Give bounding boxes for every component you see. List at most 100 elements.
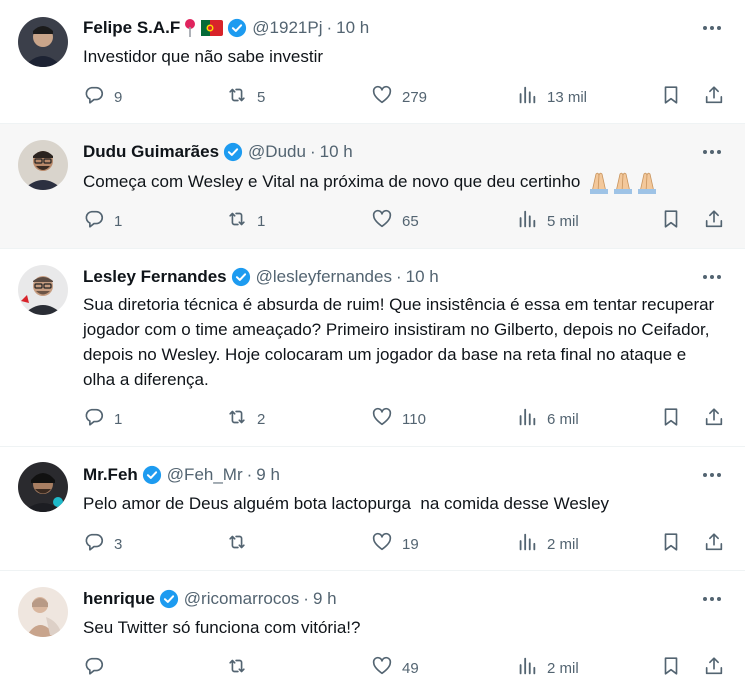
views-button[interactable]: 6 mil xyxy=(516,408,579,430)
views-icon xyxy=(516,655,538,681)
retweet-button[interactable]: 2 xyxy=(226,408,265,430)
bookmark-button[interactable] xyxy=(660,408,682,430)
separator-dot: · xyxy=(303,589,309,608)
share-button[interactable] xyxy=(703,533,725,555)
bookmark-button[interactable] xyxy=(660,657,682,679)
reply-button[interactable]: 1 xyxy=(83,408,122,430)
share-icon xyxy=(703,84,725,110)
avatar[interactable] xyxy=(18,587,68,637)
bookmark-icon xyxy=(660,531,682,557)
author-handle[interactable]: @Dudu xyxy=(248,142,306,162)
reply-icon xyxy=(83,84,105,110)
views-icon xyxy=(516,406,538,432)
like-count: 279 xyxy=(402,88,428,106)
author-name[interactable]: Dudu Guimarães xyxy=(83,142,219,162)
tweet-item[interactable]: Lesley Fernandes @lesleyfernandes · 10 h… xyxy=(0,249,745,447)
more-icon[interactable] xyxy=(701,266,723,288)
reply-button[interactable]: 9 xyxy=(83,86,122,108)
bookmark-button[interactable] xyxy=(660,86,682,108)
reply-button[interactable]: 1 xyxy=(83,210,122,232)
action-bar: 3 19 2 mil xyxy=(83,531,733,557)
like-icon xyxy=(371,531,393,557)
tweet-text: Sua diretoria técnica é absurda de ruim!… xyxy=(83,295,715,389)
location-pin-icon xyxy=(182,18,198,38)
separator-dot: · xyxy=(246,465,253,484)
views-icon xyxy=(516,531,538,557)
separator-dot: · xyxy=(309,142,316,161)
reply-button[interactable] xyxy=(83,657,114,679)
reply-icon xyxy=(83,531,105,557)
tweet-item[interactable]: Mr.Feh @Feh_Mr · 9 h Pelo amor de Deus a… xyxy=(0,447,745,571)
like-button[interactable]: 65 xyxy=(371,209,419,232)
views-button[interactable]: 2 mil xyxy=(516,657,579,679)
separator-dot: · xyxy=(395,267,402,286)
author-name[interactable]: henrique xyxy=(83,589,155,609)
author-name[interactable]: Felipe S.A.F xyxy=(83,18,180,38)
retweet-button[interactable] xyxy=(226,657,257,679)
share-icon xyxy=(703,208,725,234)
tweet-item[interactable]: Dudu Guimarães @Dudu · 10 h Começa com W… xyxy=(0,124,745,249)
tweet-header: Dudu Guimarães @Dudu · 10 h xyxy=(83,141,353,163)
tweet-item[interactable]: Felipe S.A.F @1921Pj · 10 h Investidor q… xyxy=(0,0,745,124)
more-icon[interactable] xyxy=(701,141,723,163)
folded-hands-emoji xyxy=(586,170,658,194)
avatar[interactable] xyxy=(18,462,68,512)
like-icon xyxy=(371,655,393,681)
tweet-item[interactable]: henrique @ricomarrocos · 9 h Seu Twitter… xyxy=(0,571,745,698)
share-icon xyxy=(703,655,725,681)
more-icon[interactable] xyxy=(701,588,723,610)
timestamp[interactable]: 10 h xyxy=(406,267,439,287)
views-button[interactable]: 2 mil xyxy=(516,533,579,555)
views-count: 5 mil xyxy=(547,212,579,230)
reply-icon xyxy=(83,655,105,681)
like-button[interactable]: 110 xyxy=(371,407,426,430)
retweet-button[interactable]: 5 xyxy=(226,86,265,108)
more-icon[interactable] xyxy=(701,464,723,486)
like-button[interactable]: 49 xyxy=(371,655,419,681)
like-icon xyxy=(371,84,393,110)
verified-badge-icon xyxy=(142,465,162,485)
retweet-button[interactable] xyxy=(226,533,257,555)
avatar[interactable] xyxy=(18,140,68,190)
reply-count: 9 xyxy=(114,88,123,106)
timestamp[interactable]: 9 h xyxy=(313,589,337,609)
avatar[interactable] xyxy=(18,17,68,67)
author-handle[interactable]: @1921Pj xyxy=(252,18,322,38)
bookmark-icon xyxy=(660,406,682,432)
like-count: 110 xyxy=(402,410,426,428)
like-button[interactable]: 19 xyxy=(371,531,419,557)
author-name[interactable]: Lesley Fernandes xyxy=(83,267,227,287)
author-handle[interactable]: @Feh_Mr xyxy=(167,465,243,485)
bookmark-button[interactable] xyxy=(660,210,682,232)
retweet-icon xyxy=(226,406,248,432)
retweet-icon xyxy=(226,208,248,234)
views-button[interactable]: 13 mil xyxy=(516,86,587,108)
author-name[interactable]: Mr.Feh xyxy=(83,465,138,485)
timestamp[interactable]: 10 h xyxy=(320,142,353,162)
avatar[interactable] xyxy=(18,265,68,315)
reply-button[interactable]: 3 xyxy=(83,533,122,555)
like-button[interactable]: 279 xyxy=(371,84,428,110)
bookmark-icon xyxy=(660,655,682,681)
author-handle[interactable]: @lesleyfernandes xyxy=(256,267,392,287)
share-button[interactable] xyxy=(703,210,725,232)
share-button[interactable] xyxy=(703,408,725,430)
like-count: 49 xyxy=(402,659,419,677)
more-icon[interactable] xyxy=(701,17,723,39)
author-handle[interactable]: @ricomarrocos xyxy=(184,589,300,609)
verified-badge-icon xyxy=(223,142,243,162)
portugal-flag-icon xyxy=(201,20,224,36)
share-button[interactable] xyxy=(703,86,725,108)
views-count: 2 mil xyxy=(547,535,579,553)
timestamp[interactable]: 10 h xyxy=(336,18,369,38)
reply-count: 3 xyxy=(114,535,123,553)
share-button[interactable] xyxy=(703,657,725,679)
bookmark-button[interactable] xyxy=(660,533,682,555)
tweet-text-row: Começa com Wesley e Vital na próxima de … xyxy=(83,169,733,194)
verified-badge-icon xyxy=(227,18,247,38)
like-count: 19 xyxy=(402,535,419,553)
timestamp[interactable]: 9 h xyxy=(256,465,280,485)
views-button[interactable]: 5 mil xyxy=(516,210,579,232)
retweet-button[interactable]: 1 xyxy=(226,210,265,232)
tweet-header: henrique @ricomarrocos · 9 h xyxy=(83,588,337,610)
